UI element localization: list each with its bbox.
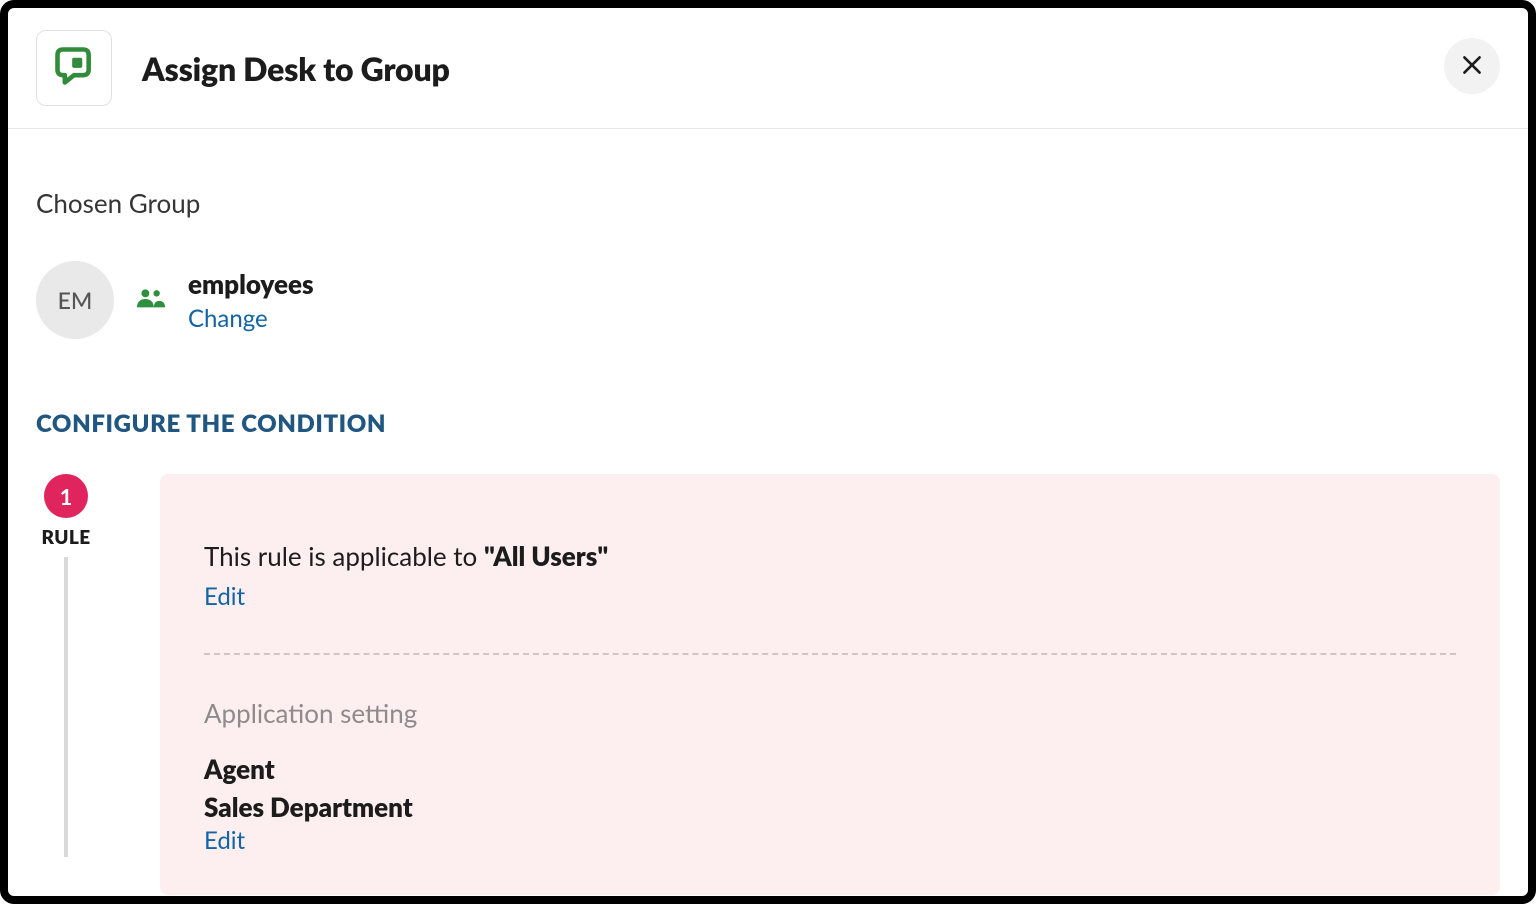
rule-applicable-text: This rule is applicable to "All Users" [204, 540, 1456, 572]
rule-rail-line [64, 557, 68, 857]
page-title: Assign Desk to Group [142, 49, 450, 88]
chosen-group-row: EM employees Change [36, 261, 1500, 339]
edit-application-setting-link[interactable]: Edit [204, 826, 245, 855]
rule-applicable-prefix: This rule is applicable to [204, 540, 484, 572]
configure-condition-heading: CONFIGURE THE CONDITION [36, 409, 1500, 438]
desk-app-icon [52, 44, 96, 92]
change-group-link[interactable]: Change [188, 304, 268, 333]
group-text: employees Change [188, 268, 314, 333]
setting-role-value: Agent [204, 751, 1456, 789]
modal-frame: Assign Desk to Group Chosen Group EM [0, 0, 1536, 904]
rule-rail-label: RULE [41, 526, 90, 549]
edit-rule-scope-link[interactable]: Edit [204, 582, 245, 611]
setting-department-value: Sales Department [204, 789, 1456, 827]
modal-body: Chosen Group EM employees Change CONFIGU… [8, 129, 1528, 895]
close-button[interactable] [1444, 38, 1500, 94]
rule-applicable-target: "All Users" [484, 540, 608, 572]
chosen-group-label: Chosen Group [36, 187, 1500, 219]
modal-header: Assign Desk to Group [8, 8, 1528, 129]
close-icon [1459, 52, 1485, 81]
rule-number-badge: 1 [44, 474, 88, 518]
application-setting-label: Application setting [204, 697, 1456, 729]
rule-rail: 1 RULE [36, 474, 96, 857]
group-icon [136, 287, 166, 313]
group-avatar: EM [36, 261, 114, 339]
group-name: employees [188, 268, 314, 300]
app-icon-container [36, 30, 112, 106]
rule-card: This rule is applicable to "All Users" E… [160, 474, 1500, 895]
rule-card-divider [204, 653, 1456, 655]
rule-layout: 1 RULE This rule is applicable to "All U… [36, 474, 1500, 895]
